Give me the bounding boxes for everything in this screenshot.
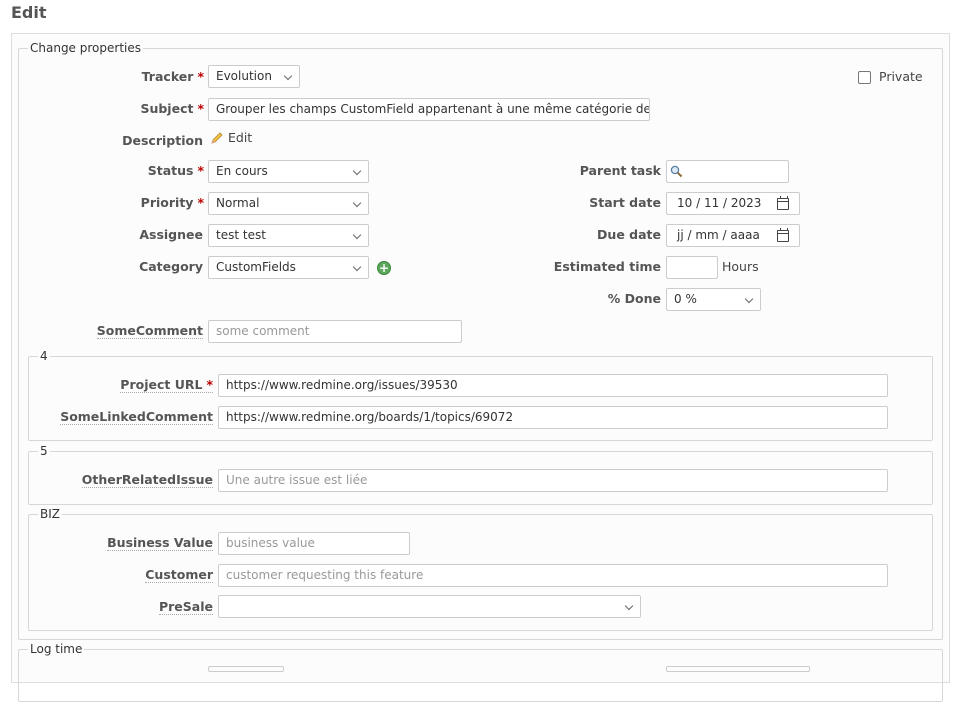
- calendar-icon[interactable]: [777, 196, 789, 210]
- subject-label: Subject *: [140, 101, 204, 116]
- hours-unit-label: Hours: [722, 259, 759, 274]
- linked-comment-input[interactable]: https://www.redmine.org/boards/1/topics/…: [218, 406, 888, 429]
- page-title: Edit: [11, 3, 47, 22]
- business-value-label: Business Value: [107, 535, 213, 551]
- pencil-icon[interactable]: [210, 131, 224, 145]
- description-label: Description: [122, 133, 203, 148]
- business-value-input[interactable]: business value: [218, 532, 410, 555]
- calendar-icon[interactable]: [777, 228, 789, 242]
- chevron-down-icon: [352, 230, 362, 240]
- some-comment-input[interactable]: some comment: [208, 320, 462, 343]
- chevron-down-icon: [352, 166, 362, 176]
- change-properties-legend: Change properties: [30, 41, 141, 55]
- required-marker: *: [206, 377, 213, 392]
- tracker-select[interactable]: Evolution: [208, 65, 300, 88]
- customer-label: Customer: [145, 567, 213, 583]
- log-time-select-top[interactable]: [666, 666, 810, 672]
- chevron-down-icon: [744, 294, 754, 304]
- group-4-legend: 4: [40, 349, 48, 363]
- chevron-down-icon: [352, 198, 362, 208]
- description-edit-link[interactable]: Edit: [228, 129, 252, 147]
- required-marker: *: [197, 163, 204, 178]
- start-date-input[interactable]: 10 / 11 / 2023: [666, 192, 800, 215]
- tracker-label: Tracker *: [141, 69, 204, 84]
- linked-comment-label: SomeLinkedComment: [60, 409, 213, 425]
- other-issue-label: OtherRelatedIssue: [81, 472, 213, 488]
- priority-select[interactable]: Normal: [208, 192, 369, 215]
- private-label: Private: [879, 69, 923, 84]
- assignee-select[interactable]: test test: [208, 224, 369, 247]
- log-time-fieldset: Log time: [18, 642, 943, 702]
- chevron-down-icon: [624, 601, 634, 611]
- chevron-down-icon: [352, 262, 362, 272]
- log-time-input-top[interactable]: [208, 666, 284, 672]
- project-url-label: Project URL *: [120, 377, 213, 393]
- project-url-input[interactable]: https://www.redmine.org/issues/39530: [218, 374, 888, 397]
- presale-select[interactable]: [218, 595, 641, 618]
- status-select[interactable]: En cours: [208, 160, 369, 183]
- due-date-input[interactable]: jj / mm / aaaa: [666, 224, 800, 247]
- search-icon: [670, 165, 683, 178]
- required-marker: *: [197, 101, 204, 116]
- done-ratio-select[interactable]: 0 %: [666, 288, 761, 311]
- required-marker: *: [197, 69, 204, 84]
- required-marker: *: [197, 195, 204, 210]
- chevron-down-icon: [283, 71, 293, 81]
- parent-task-input[interactable]: [666, 160, 789, 183]
- subject-input[interactable]: Grouper les champs CustomField appartena…: [208, 98, 650, 121]
- done-ratio-label: % Done: [607, 291, 661, 306]
- estimated-time-input[interactable]: [666, 256, 718, 279]
- due-date-label: Due date: [597, 227, 661, 242]
- category-select[interactable]: CustomFields: [208, 256, 369, 279]
- some-comment-label: SomeComment: [96, 323, 203, 339]
- start-date-label: Start date: [589, 195, 661, 210]
- estimated-time-label: Estimated time: [553, 259, 661, 274]
- presale-label: PreSale: [158, 599, 213, 615]
- priority-label: Priority *: [140, 195, 204, 210]
- parent-task-label: Parent task: [579, 163, 661, 178]
- other-issue-input[interactable]: Une autre issue est liée: [218, 469, 888, 492]
- group-5-legend: 5: [40, 444, 48, 458]
- status-label: Status *: [147, 163, 204, 178]
- log-time-legend: Log time: [30, 642, 83, 656]
- add-category-icon[interactable]: +: [377, 261, 391, 275]
- customer-input[interactable]: customer requesting this feature: [218, 564, 888, 587]
- assignee-label: Assignee: [139, 227, 203, 242]
- category-label: Category: [139, 259, 203, 274]
- biz-legend: BIZ: [40, 507, 60, 521]
- private-checkbox[interactable]: [858, 71, 871, 84]
